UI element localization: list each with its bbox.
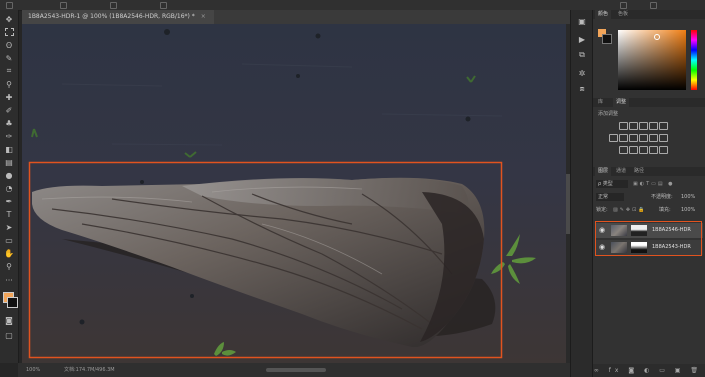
close-tab-icon[interactable]: ×: [201, 13, 206, 20]
tab-adjustments[interactable]: 调整: [613, 98, 630, 107]
levels-icon[interactable]: [629, 122, 638, 130]
brush-icon[interactable]: ✐: [4, 105, 14, 115]
screen-mode-icon[interactable]: ▢: [4, 330, 14, 340]
fill-label: 填充:: [659, 207, 671, 213]
color-picker-cursor[interactable]: [654, 34, 660, 40]
toolbar: ✥ ʘ ✎ ⌗ ⚲ ✚ ✐ ♣ ✑ ◧ ▤ ● ◔ ✒ T ➤ ▭ ✋ ⚲ ··…: [0, 10, 19, 363]
black-white-icon[interactable]: [629, 134, 638, 142]
hand-tool-icon[interactable]: ✋: [4, 248, 14, 258]
type-tool-icon[interactable]: T: [4, 209, 14, 219]
tab-layers[interactable]: 图层: [595, 167, 612, 176]
tab-paths[interactable]: 路径: [631, 167, 647, 176]
options-icon[interactable]: [6, 2, 13, 9]
workspace-icon[interactable]: [620, 2, 627, 9]
options-icon[interactable]: [160, 2, 167, 9]
blend-mode-select[interactable]: 正常: [596, 193, 624, 201]
gradient-icon[interactable]: ▤: [4, 157, 14, 167]
layers-highlight-box: [595, 221, 702, 256]
opacity-label: 不透明度:: [651, 194, 673, 200]
tab-channels[interactable]: 通道: [613, 167, 629, 176]
path-select-icon[interactable]: ➤: [4, 222, 14, 232]
fill-value[interactable]: 100%: [681, 206, 695, 214]
vibrance-icon[interactable]: [659, 122, 668, 130]
photo-canvas-image: [22, 24, 566, 363]
zoom-level[interactable]: 100%: [26, 363, 40, 377]
brightness-icon[interactable]: [619, 122, 628, 130]
quick-mask-icon[interactable]: ◙: [4, 315, 14, 325]
lasso-tool-icon[interactable]: ʘ: [4, 40, 14, 50]
photo-filter-icon[interactable]: [639, 134, 648, 142]
color-field[interactable]: [618, 30, 686, 90]
opacity-value[interactable]: 100%: [681, 193, 695, 201]
tab-color[interactable]: 颜色: [595, 10, 612, 19]
more-tools-icon[interactable]: ···: [4, 275, 14, 285]
doc-info: 文档:174.7M/496.3M: [64, 367, 115, 373]
layers-panel-tabs: 图层 通道 路径: [593, 167, 705, 176]
crop-tool-icon[interactable]: ⌗: [4, 66, 14, 76]
history-brush-icon[interactable]: ✑: [4, 131, 14, 141]
eraser-icon[interactable]: ◧: [4, 144, 14, 154]
eyedropper-icon[interactable]: ⚲: [4, 79, 14, 89]
curves-icon[interactable]: [639, 122, 648, 130]
layers-footer-icons[interactable]: ∞ fx ◙ ◐ ▭ ▣ 🗑: [593, 364, 705, 377]
healing-brush-icon[interactable]: ✚: [4, 92, 14, 102]
quick-select-icon[interactable]: ✎: [4, 53, 14, 63]
layer-filter-select[interactable]: ρ 类型: [596, 180, 628, 188]
color-panel-bg-swatch[interactable]: [602, 34, 612, 44]
channel-mixer-icon[interactable]: [649, 134, 658, 142]
lock-label: 锁定:: [596, 207, 608, 213]
exposure-icon[interactable]: [649, 122, 658, 130]
properties-panel-icon[interactable]: ⧉: [577, 50, 587, 60]
document-canvas[interactable]: [22, 24, 566, 363]
marquee-tool-icon[interactable]: [4, 27, 14, 37]
lock-icons[interactable]: ▨✎✥⊡🔒: [613, 206, 647, 214]
move-tool-icon[interactable]: ✥: [4, 14, 14, 24]
hue-slider[interactable]: [691, 30, 697, 90]
options-icon[interactable]: [60, 2, 67, 9]
color-panel-tabs: 颜色 色板: [593, 10, 705, 19]
zoom-tool-icon[interactable]: ⚲: [4, 261, 14, 271]
play-action-icon[interactable]: ▶: [577, 34, 587, 44]
brush-settings-icon[interactable]: ✲: [577, 68, 587, 78]
adjust-panel-tabs: 库 调整: [593, 98, 705, 107]
threshold-icon[interactable]: [639, 146, 648, 154]
gradient-map-icon[interactable]: [649, 146, 658, 154]
invert-icon[interactable]: [619, 146, 628, 154]
right-panels: 颜色 色板 库 调整 添加调整 图层 通道 路径 ρ 类型 ▣◐T▭▤ ● 正常…: [592, 10, 705, 377]
horizontal-scrollbar-thumb[interactable]: [266, 368, 326, 372]
panel-icon-strip: ▣ ▶ ⧉ ✲ ⧈: [570, 10, 593, 377]
background-color-swatch[interactable]: [7, 297, 18, 308]
adjust-panel-title: 添加调整: [598, 111, 619, 117]
color-balance-icon[interactable]: [619, 134, 628, 142]
color-lookup-icon[interactable]: [659, 134, 668, 142]
status-bar: 100% 文档:174.7M/496.3M: [18, 363, 570, 377]
history-panel-icon[interactable]: ▣: [577, 16, 587, 26]
document-tab-bar: 1B8A2543-HDR-1 @ 100% (1B8A2546-HDR, RGB…: [22, 10, 570, 24]
dodge-tool-icon[interactable]: ◔: [4, 183, 14, 193]
selective-color-icon[interactable]: [659, 146, 668, 154]
shape-tool-icon[interactable]: ▭: [4, 235, 14, 245]
pen-tool-icon[interactable]: ✒: [4, 196, 14, 206]
layer-filter-icons[interactable]: ▣◐T▭▤ ●: [633, 181, 675, 187]
document-tab-title: 1B8A2543-HDR-1 @ 100% (1B8A2546-HDR, RGB…: [28, 13, 195, 20]
blur-tool-icon[interactable]: ●: [4, 170, 14, 180]
posterize-icon[interactable]: [629, 146, 638, 154]
document-tab[interactable]: 1B8A2543-HDR-1 @ 100% (1B8A2546-HDR, RGB…: [22, 10, 214, 24]
clone-source-icon[interactable]: ⧈: [577, 84, 587, 94]
clone-stamp-icon[interactable]: ♣: [4, 118, 14, 128]
search-icon[interactable]: [650, 2, 657, 9]
hue-saturation-icon[interactable]: [609, 134, 618, 142]
tab-swatches[interactable]: 色板: [615, 10, 631, 19]
options-icon[interactable]: [110, 2, 117, 9]
tab-libraries[interactable]: 库: [595, 98, 606, 107]
